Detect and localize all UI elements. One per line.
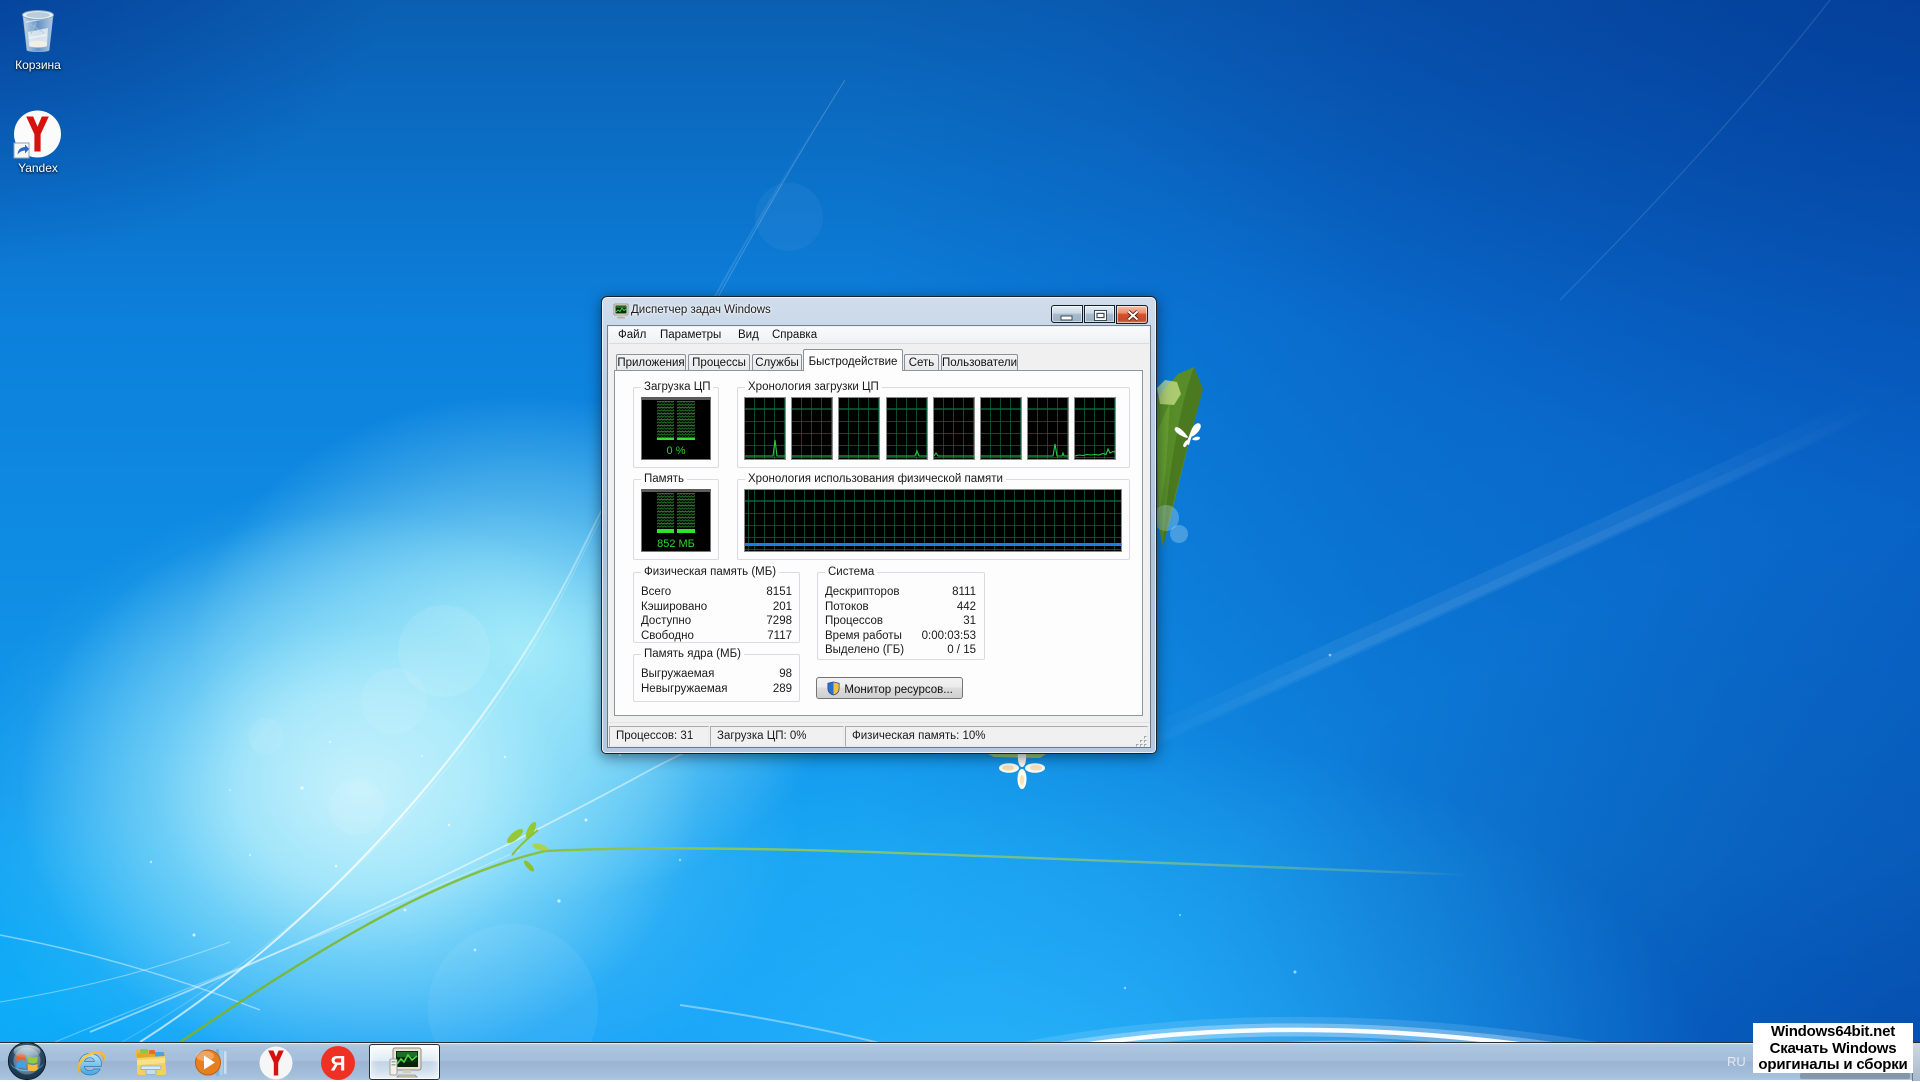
svg-text:Я: Я [330,1053,345,1076]
